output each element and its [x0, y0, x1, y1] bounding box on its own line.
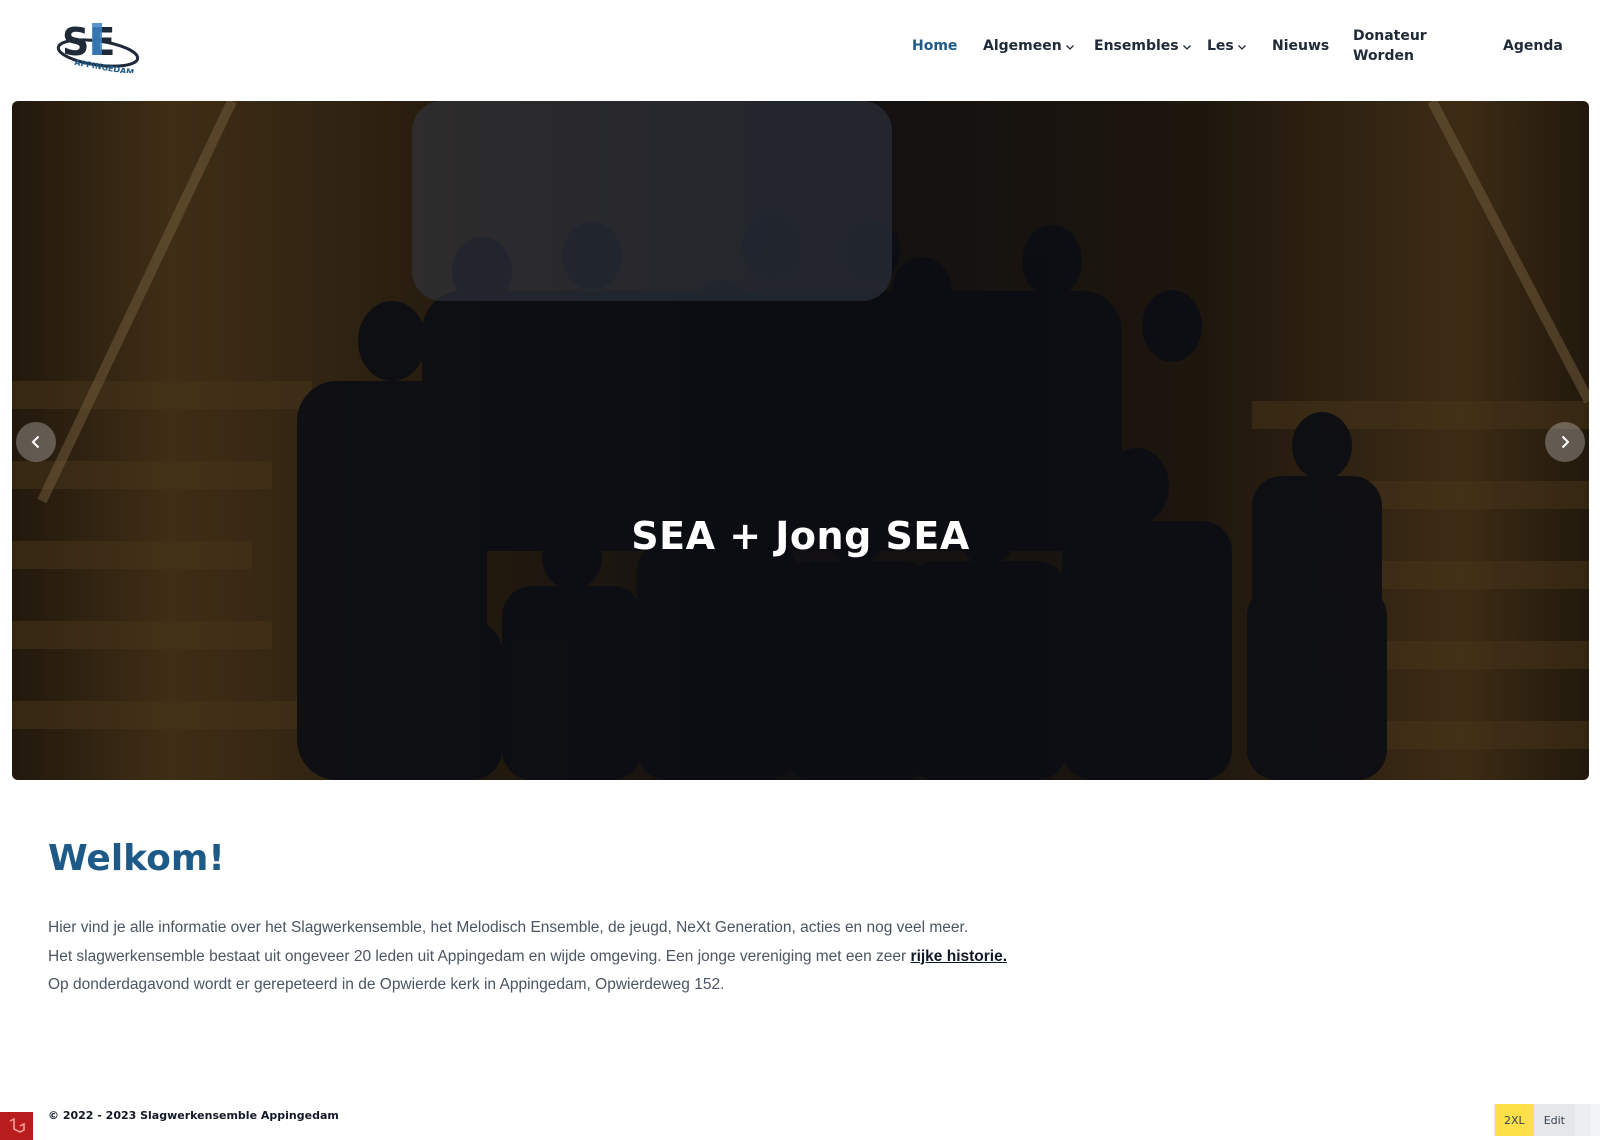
logo-letters: SE [62, 20, 115, 64]
logo-graphic: SE APPINGEDAM [56, 20, 140, 77]
toolbar-button[interactable] [1589, 1104, 1600, 1136]
carousel-next-button[interactable] [1545, 422, 1585, 462]
intro-line-2-text: Het slagwerkensemble bestaat uit ongevee… [48, 947, 911, 965]
nav-label: Home [912, 38, 958, 54]
site-logo[interactable]: SE APPINGEDAM [54, 17, 144, 77]
intro-line-1: Hier vind je alle informatie over het Sl… [48, 919, 969, 936]
laravel-icon [9, 1118, 25, 1133]
carousel-prev-button[interactable] [16, 422, 56, 462]
chevron-down-icon [1182, 44, 1191, 50]
nav-label: Donateur Worden [1353, 28, 1427, 64]
hero-overlay [12, 101, 1589, 780]
chevron-down-icon [1065, 44, 1074, 50]
dev-toolbar: 2XL Edit [1494, 1104, 1600, 1136]
debugbar-toggle[interactable] [0, 1112, 33, 1140]
intro-text: Hier vind je alle informatie over het Sl… [48, 914, 1007, 1000]
nav-nieuws[interactable]: Nieuws [1272, 0, 1329, 92]
nav-label: Agenda [1503, 38, 1563, 54]
chevron-left-icon [31, 435, 40, 449]
nav-donateur-worden[interactable]: Donateur Worden [1353, 0, 1433, 92]
nav-home[interactable]: Home [912, 0, 957, 92]
nav-label: Les [1207, 38, 1234, 54]
nav-algemeen[interactable]: Algemeen [983, 0, 1075, 92]
edit-button[interactable]: Edit [1533, 1104, 1574, 1136]
intro-line-3: Op donderdagavond wordt er gerepeteerd i… [48, 976, 725, 993]
footer-copyright: © 2022 - 2023 Slagwerkensemble Appingeda… [48, 1109, 339, 1122]
toolbar-button[interactable] [1574, 1104, 1589, 1136]
page-title: Welkom! [48, 838, 225, 879]
nav-label: Nieuws [1272, 38, 1330, 54]
intro-line-2: Het slagwerkensemble bestaat uit ongevee… [48, 943, 1007, 972]
chevron-down-icon [1237, 44, 1246, 50]
breakpoint-indicator: 2XL [1494, 1104, 1534, 1136]
history-link[interactable]: rijke historie. [911, 948, 1007, 965]
nav-label: Algemeen [983, 38, 1062, 54]
hero-carousel[interactable]: SEA + Jong SEA [12, 101, 1589, 780]
nav-les[interactable]: Les [1207, 0, 1247, 92]
hero-caption: SEA + Jong SEA [631, 514, 970, 558]
chevron-right-icon [1561, 435, 1570, 449]
site-header: SE APPINGEDAM Home Algemeen Ensembles Le… [0, 0, 1600, 100]
nav-agenda[interactable]: Agenda [1503, 0, 1563, 92]
nav-label: Ensembles [1094, 38, 1179, 54]
nav-ensembles[interactable]: Ensembles [1094, 0, 1192, 92]
